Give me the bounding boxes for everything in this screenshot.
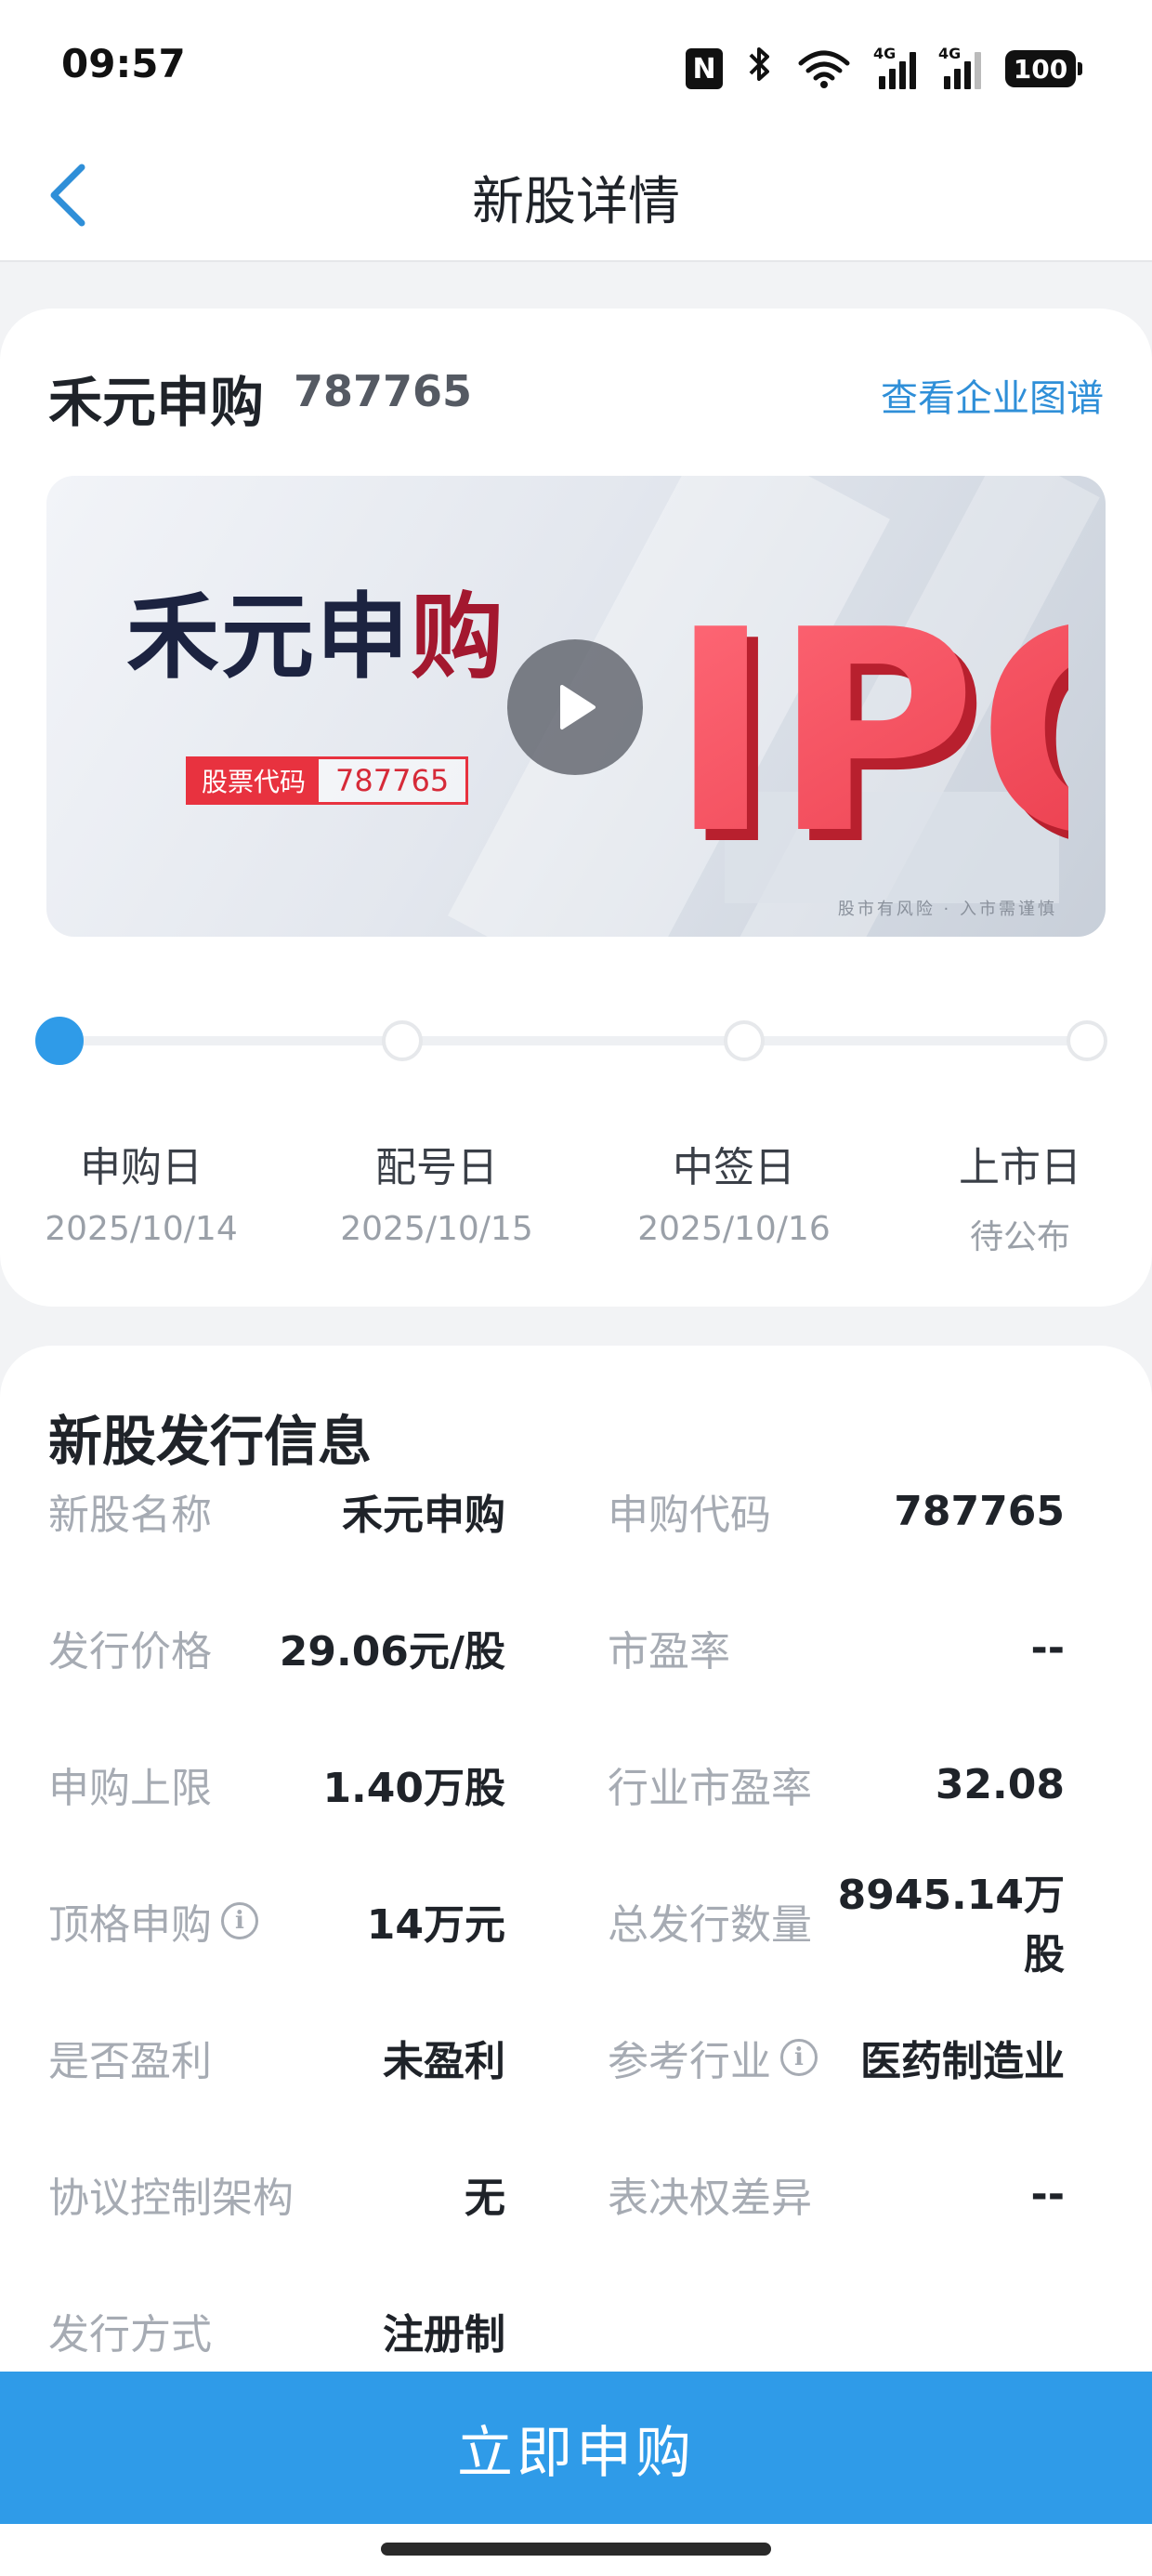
info-value: 8945.14万股 — [808, 1872, 1065, 1978]
status-time: 09:57 — [61, 41, 186, 86]
status-bar: 09:57 N 4G 4G 100 — [0, 0, 1152, 130]
timeline-step-name: 申购日 — [80, 1144, 203, 1191]
banner-code-label: 股票代码 — [189, 759, 320, 802]
info-value-text: 1.40万股 — [322, 1765, 505, 1812]
info-value: 32.08 — [808, 1747, 1065, 1821]
timeline-step-date: 待公布 — [969, 1218, 1070, 1256]
page-title: 新股详情 — [472, 172, 680, 232]
timeline-track — [59, 1036, 1087, 1045]
info-value-text: -- — [1030, 1623, 1065, 1672]
info-label-text: 发行方式 — [48, 2311, 212, 2359]
bottom-area — [0, 2524, 1152, 2576]
stock-code: 787765 — [294, 366, 473, 416]
timeline-labels: 申购日 2025/10/14 配号日 2025/10/15 中签日 2025/1… — [0, 1134, 1152, 1256]
info-value-text: 32.08 — [935, 1760, 1065, 1808]
info-row: 新股名称 禾元申购 申购代码 787765 — [0, 1474, 1152, 1548]
info-value: 禾元申购 — [279, 1474, 505, 1548]
timeline-dot — [381, 1020, 423, 1061]
info-label-text: 协议控制架构 — [48, 2175, 294, 2222]
risk-notice: 股市有风险 · 入市需谨慎 — [837, 900, 1057, 919]
timeline-step-name: 中签日 — [673, 1144, 795, 1191]
info-row: 发行价格 29.06元/股 市盈率 -- — [0, 1610, 1152, 1685]
stock-name: 禾元申购 — [48, 371, 265, 434]
home-indicator[interactable] — [381, 2543, 771, 2556]
wifi-icon — [797, 48, 851, 89]
info-value-text: 787765 — [894, 1487, 1065, 1535]
timeline-step-date: 2025/10/16 — [637, 1210, 831, 1248]
timeline-step: 申购日 2025/10/14 — [20, 1134, 262, 1248]
info-row: 申购上限 1.40万股 行业市盈率 32.08 — [0, 1747, 1152, 1821]
ipo-info-card: 新股发行信息 新股名称 禾元申购 申购代码 787765 发行价格 29.06元/股 市盈率… — [0, 1346, 1152, 2442]
info-value-text: 注册制 — [383, 2311, 505, 2359]
info-value: -- — [808, 1610, 1065, 1685]
play-icon — [560, 685, 596, 729]
info-label-text: 申购代码 — [608, 1492, 771, 1539]
timeline-step: 上市日 待公布 — [899, 1134, 1141, 1258]
info-value: 787765 — [808, 1474, 1065, 1548]
info-label-text: 行业市盈率 — [608, 1765, 812, 1812]
section-title: 新股发行信息 — [48, 1410, 373, 1473]
info-value: 29.06元/股 — [279, 1610, 505, 1685]
stock-overview-card: 禾元申购 787765 查看企业图谱 禾元申购 股票代码 787765 IPO … — [0, 309, 1152, 1307]
info-value-text: -- — [1030, 2170, 1065, 2218]
timeline-step-date: 2025/10/14 — [45, 1210, 238, 1248]
nav-bar: 新股详情 — [0, 130, 1152, 262]
info-value: 医药制造业 — [808, 2020, 1065, 2095]
timeline-dot — [1067, 1020, 1107, 1061]
play-button[interactable] — [507, 639, 643, 775]
info-value: -- — [808, 2157, 1065, 2231]
info-icon[interactable]: i — [221, 1902, 258, 1939]
signal-icon-sim2: 4G — [938, 45, 981, 89]
subscribe-button[interactable]: 立即申购 — [0, 2372, 1152, 2524]
status-icons: N 4G 4G 100 — [686, 43, 1082, 95]
timeline-dot — [35, 1017, 84, 1065]
info-row: 顶格申购 i 14万元 总发行数量 8945.14万股 — [0, 1872, 1152, 1978]
timeline-step-name: 配号日 — [375, 1144, 498, 1191]
timeline-step: 中签日 2025/10/16 — [613, 1134, 855, 1248]
info-label-text: 发行价格 — [48, 1628, 212, 1676]
info-label-text: 市盈率 — [608, 1628, 730, 1676]
info-value: 未盈利 — [279, 2020, 505, 2095]
info-label-text: 表决权差异 — [608, 2175, 812, 2222]
info-value-text: 14万元 — [366, 1901, 505, 1949]
nfc-icon: N — [686, 48, 723, 89]
info-value: 14万元 — [279, 1884, 505, 1958]
ipo-graphic: IPO IPO — [669, 571, 1068, 903]
info-value: 无 — [279, 2157, 505, 2231]
info-value-text: 无 — [465, 2175, 505, 2222]
info-label-text: 是否盈利 — [48, 2038, 212, 2085]
info-value-text: 禾元申购 — [342, 1492, 505, 1539]
info-value: 注册制 — [279, 2293, 505, 2368]
info-label-text: 参考行业 — [608, 2038, 771, 2085]
company-map-link[interactable]: 查看企业图谱 — [881, 368, 1104, 422]
info-value-text: 8945.14万股 — [837, 1872, 1065, 1978]
info-row: 发行方式 注册制 — [0, 2293, 1152, 2368]
info-row: 是否盈利 未盈利 参考行业 i 医药制造业 — [0, 2020, 1152, 2095]
video-banner[interactable]: 禾元申购 股票代码 787765 IPO IPO 股市有风险 · 入市需谨慎 — [46, 476, 1106, 937]
banner-code-value: 787765 — [319, 759, 466, 802]
info-value-text: 29.06元/股 — [279, 1628, 505, 1676]
bluetooth-icon — [747, 44, 773, 94]
info-label-text: 顶格申购 — [48, 1901, 212, 1949]
info-value-text: 医药制造业 — [860, 2038, 1065, 2085]
timeline-step-date: 2025/10/15 — [340, 1210, 533, 1248]
ipo-graphic-text: IPO — [669, 571, 1068, 895]
info-label-text: 新股名称 — [48, 1492, 212, 1539]
banner-code-box: 股票代码 787765 — [186, 756, 469, 805]
banner-title: 禾元申购 — [126, 561, 505, 696]
ipo-timeline — [35, 1013, 1115, 1069]
banner-title-accent: 购 — [411, 583, 505, 691]
timeline-step-name: 上市日 — [959, 1144, 1081, 1191]
info-label-text: 总发行数量 — [608, 1901, 812, 1949]
timeline-dot — [724, 1020, 766, 1061]
timeline-step: 配号日 2025/10/15 — [316, 1134, 557, 1248]
banner-title-main: 禾元申 — [126, 583, 411, 691]
info-value: 1.40万股 — [279, 1747, 505, 1821]
info-label-text: 申购上限 — [48, 1765, 212, 1812]
info-value-text: 未盈利 — [383, 2038, 505, 2085]
battery-icon: 100 — [1005, 50, 1082, 87]
info-row: 协议控制架构 无 表决权差异 -- — [0, 2157, 1152, 2231]
signal-icon-sim1: 4G — [873, 45, 916, 89]
